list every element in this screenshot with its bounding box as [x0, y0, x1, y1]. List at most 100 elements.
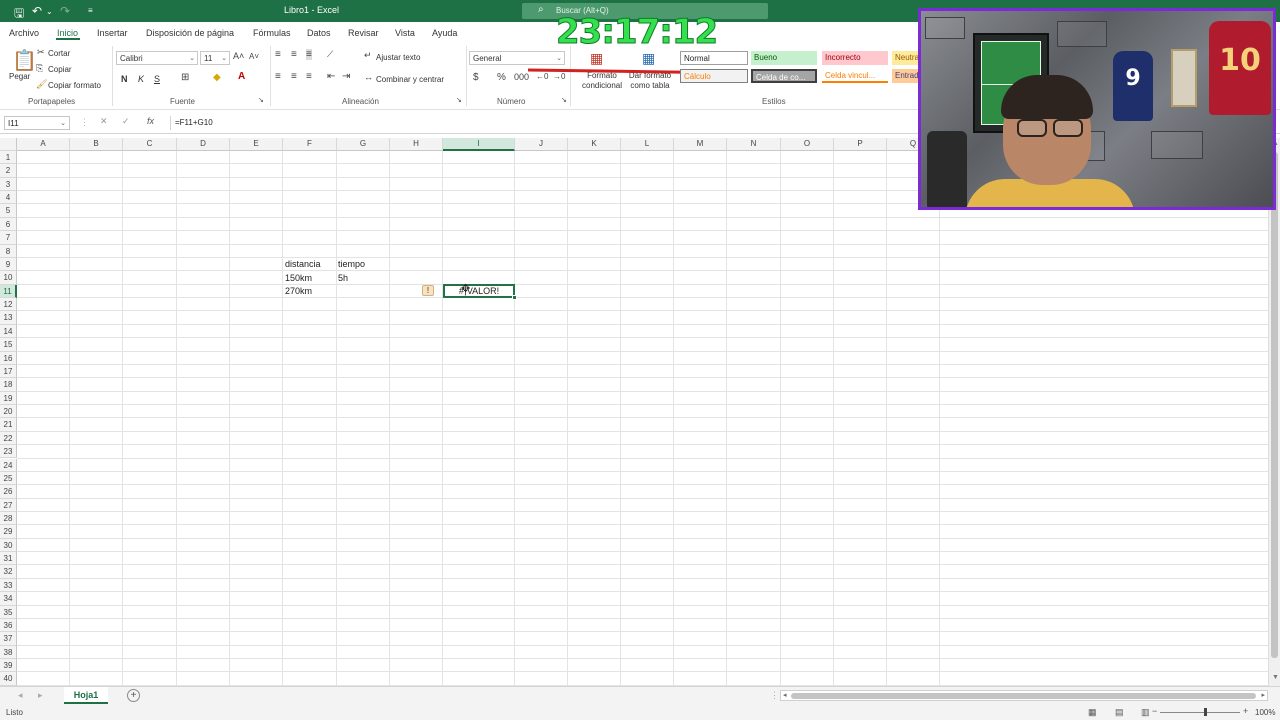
- increase-indent-icon[interactable]: ⇥: [342, 71, 350, 82]
- add-sheet-button[interactable]: +: [127, 689, 140, 702]
- column-header-h[interactable]: H: [390, 138, 443, 151]
- bold-button[interactable]: N: [121, 74, 128, 84]
- decrease-decimal-icon[interactable]: →0: [553, 72, 565, 81]
- row-header-37[interactable]: 37: [0, 632, 17, 646]
- row-header-1[interactable]: 1: [0, 151, 17, 165]
- row-header-32[interactable]: 32: [0, 565, 17, 579]
- alineacion-dialog-launcher-icon[interactable]: ↘: [456, 96, 462, 104]
- tab-ayuda[interactable]: Ayuda: [432, 28, 457, 38]
- row-header-33[interactable]: 33: [0, 578, 17, 593]
- merge-center-button[interactable]: Combinar y centrar: [376, 75, 444, 84]
- format-as-table-icon[interactable]: ▦: [642, 50, 655, 67]
- row-header-36[interactable]: 36: [0, 618, 17, 633]
- percent-icon[interactable]: %: [497, 72, 506, 83]
- row-header-15[interactable]: 15: [0, 338, 17, 352]
- borders-icon[interactable]: ⊞: [181, 72, 189, 83]
- cut-button[interactable]: Cortar: [48, 49, 70, 58]
- row-header-9[interactable]: 9: [0, 257, 17, 272]
- column-header-a[interactable]: A: [17, 138, 70, 151]
- orientation-icon[interactable]: ⟋: [327, 49, 333, 60]
- normal-view-icon[interactable]: ▦: [1088, 707, 1097, 718]
- scroll-left-icon[interactable]: ◂: [783, 691, 787, 699]
- style-celda-comprobacion[interactable]: Celda de co...: [751, 69, 817, 83]
- cell-g10[interactable]: 5h: [338, 273, 348, 283]
- tab-revisar[interactable]: Revisar: [348, 28, 379, 38]
- column-header-p[interactable]: P: [834, 138, 887, 151]
- column-header-e[interactable]: E: [230, 138, 283, 151]
- row-header-6[interactable]: 6: [0, 217, 17, 232]
- align-middle-icon[interactable]: ≡: [291, 49, 297, 60]
- cell-f9[interactable]: distancia: [285, 259, 321, 269]
- row-header-2[interactable]: 2: [0, 164, 17, 178]
- cut-icon[interactable]: ✂: [37, 47, 45, 58]
- column-header-i[interactable]: I: [443, 138, 515, 151]
- vertical-scrollbar[interactable]: ▲ ▼: [1268, 138, 1280, 686]
- column-header-g[interactable]: G: [337, 138, 390, 151]
- row-header-31[interactable]: 31: [0, 552, 17, 566]
- font-size-combo[interactable]: 11 ⌄: [200, 51, 230, 65]
- tab-archivo[interactable]: Archivo: [9, 28, 39, 38]
- cell-g9[interactable]: tiempo: [338, 259, 365, 269]
- tab-formulas[interactable]: Fórmulas: [253, 28, 291, 38]
- numero-dialog-launcher-icon[interactable]: ↘: [561, 96, 567, 104]
- select-all-corner[interactable]: [0, 138, 17, 151]
- tab-disposicion[interactable]: Disposición de página: [146, 28, 234, 38]
- row-header-14[interactable]: 14: [0, 324, 17, 339]
- enter-icon[interactable]: ✓: [122, 116, 130, 127]
- horizontal-scroll-thumb[interactable]: [791, 693, 1256, 699]
- paste-button[interactable]: Pegar: [9, 72, 30, 81]
- tab-vista[interactable]: Vista: [395, 28, 415, 38]
- column-header-j[interactable]: J: [515, 138, 568, 151]
- copy-button[interactable]: Copiar: [48, 65, 72, 74]
- comma-style-icon[interactable]: 000: [514, 72, 529, 82]
- row-header-11[interactable]: 11: [0, 284, 17, 299]
- zoom-slider[interactable]: [1160, 712, 1240, 713]
- vertical-scroll-thumb[interactable]: [1271, 152, 1278, 658]
- row-header-21[interactable]: 21: [0, 418, 17, 432]
- zoom-level[interactable]: 100%: [1255, 708, 1275, 717]
- row-header-23[interactable]: 23: [0, 445, 17, 459]
- tab-insertar[interactable]: Insertar: [97, 28, 128, 38]
- row-header-16[interactable]: 16: [0, 351, 17, 365]
- format-as-table-button[interactable]: Dar formato como tabla: [626, 71, 674, 91]
- undo-dropdown-icon[interactable]: ⌄: [46, 7, 53, 16]
- cell-f11[interactable]: 270km: [285, 286, 312, 296]
- row-header-10[interactable]: 10: [0, 271, 17, 285]
- align-right-icon[interactable]: ≡: [306, 71, 312, 82]
- prev-sheet-icon[interactable]: ◂: [18, 690, 23, 701]
- formula-input[interactable]: =F11+G10: [170, 116, 930, 130]
- row-header-13[interactable]: 13: [0, 311, 17, 325]
- decrease-indent-icon[interactable]: ⇤: [327, 71, 335, 82]
- row-header-40[interactable]: 40: [0, 672, 17, 686]
- style-incorrecto[interactable]: Incorrecto: [822, 51, 888, 65]
- fill-color-icon[interactable]: ◆: [213, 72, 221, 83]
- row-header-24[interactable]: 24: [0, 458, 17, 472]
- page-break-view-icon[interactable]: ▥: [1141, 707, 1150, 718]
- copy-icon[interactable]: ⎘: [36, 63, 43, 74]
- column-header-d[interactable]: D: [177, 138, 230, 151]
- font-color-icon[interactable]: A: [238, 71, 245, 82]
- row-header-5[interactable]: 5: [0, 204, 17, 218]
- customize-toolbar-icon[interactable]: ≡: [88, 6, 93, 15]
- cell-f10[interactable]: 150km: [285, 273, 312, 283]
- column-header-m[interactable]: M: [674, 138, 727, 151]
- currency-icon[interactable]: $: [473, 72, 479, 83]
- row-header-20[interactable]: 20: [0, 405, 17, 419]
- zoom-out-icon[interactable]: −: [1152, 706, 1157, 716]
- conditional-format-button[interactable]: Formato condicional: [582, 71, 622, 91]
- row-header-19[interactable]: 19: [0, 391, 17, 406]
- scroll-down-icon[interactable]: ▼: [1272, 674, 1279, 681]
- row-header-4[interactable]: 4: [0, 191, 17, 205]
- row-header-35[interactable]: 35: [0, 605, 17, 619]
- column-header-b[interactable]: B: [70, 138, 123, 151]
- row-header-30[interactable]: 30: [0, 538, 17, 553]
- format-painter-button[interactable]: Copiar formato: [48, 81, 101, 90]
- row-header-34[interactable]: 34: [0, 592, 17, 606]
- align-center-icon[interactable]: ≡: [291, 71, 297, 82]
- error-warning-icon[interactable]: !: [422, 285, 434, 296]
- row-header-8[interactable]: 8: [0, 244, 17, 258]
- number-format-combo[interactable]: General ⌄: [469, 51, 565, 65]
- row-header-25[interactable]: 25: [0, 471, 17, 486]
- underline-button[interactable]: S: [154, 74, 160, 84]
- column-header-c[interactable]: C: [123, 138, 177, 151]
